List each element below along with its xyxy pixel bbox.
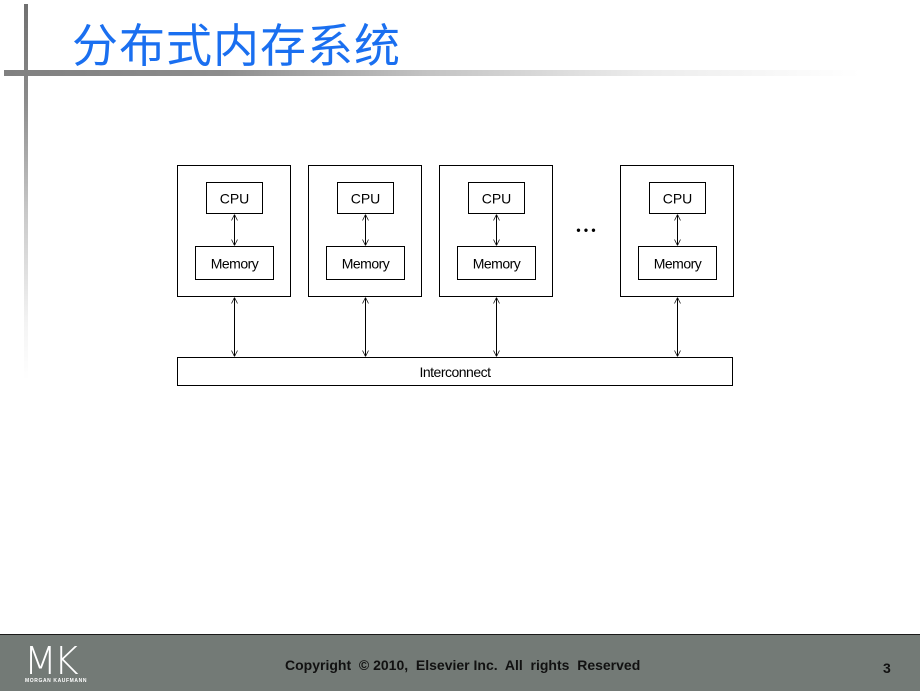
memory-label: Memory [342, 256, 390, 272]
morgan-kaufmann-logo: MK MORGAN KAUFMANN [24, 641, 94, 687]
compute-node: CPU Memory [439, 165, 553, 357]
interconnect-label: Interconnect [419, 364, 491, 380]
page-number: 3 [883, 660, 891, 676]
compute-node: CPU Memory [620, 165, 734, 357]
logo-subtext: MORGAN KAUFMANN [25, 678, 88, 684]
compute-node: CPU Memory [308, 165, 422, 357]
footer: MK MORGAN KAUFMANN Copyright © 2010, Els… [0, 634, 920, 691]
memory-label: Memory [473, 256, 521, 272]
copyright-text: Copyright © 2010, Elsevier Inc. All righ… [285, 657, 641, 673]
cpu-label: CPU [663, 191, 693, 207]
interconnect: Interconnect [177, 357, 733, 386]
memory-label: Memory [211, 256, 259, 272]
logo-letters: MK [24, 639, 79, 683]
ellipsis: • • • [576, 223, 595, 237]
cpu-label: CPU [351, 191, 381, 207]
memory-label: Memory [654, 256, 702, 272]
cpu-label: CPU [482, 191, 512, 207]
compute-node: CPU Memory [177, 165, 291, 357]
cpu-label: CPU [220, 191, 250, 207]
distributed-memory-diagram: CPU Memory CPU Memory CPU Memory CPU Memory • •… [177, 165, 734, 386]
